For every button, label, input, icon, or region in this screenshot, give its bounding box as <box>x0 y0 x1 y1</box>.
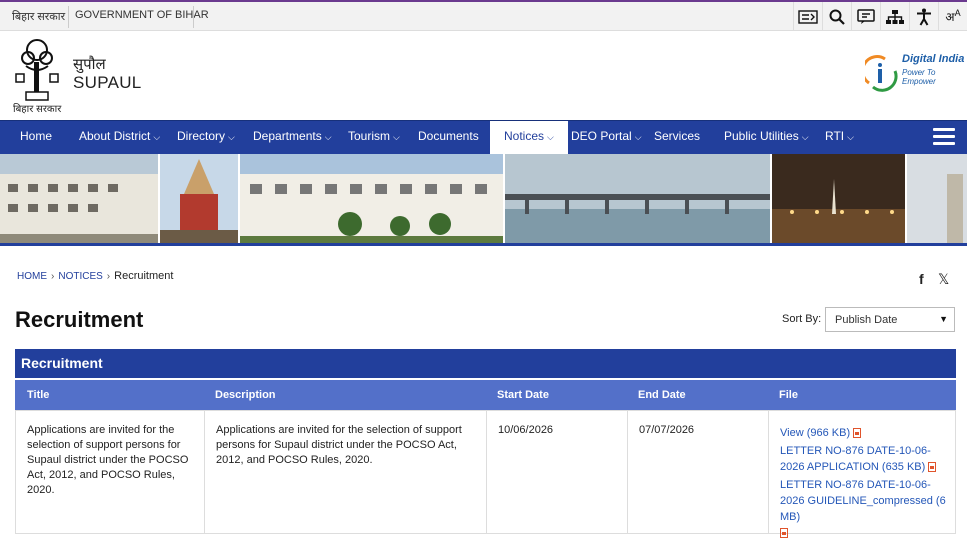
file-link-application[interactable]: LETTER NO-876 DATE-10-06-2026 APPLICATIO… <box>780 443 952 475</box>
column-divider <box>204 411 205 533</box>
chevron-down-icon: ⌵ <box>153 132 161 142</box>
main-navigation: Home About District ⌵ Directory ⌵ Departme… <box>0 120 967 154</box>
government-of-bihar-link[interactable]: GOVERNMENT OF BIHAR <box>75 9 209 21</box>
pdf-icon <box>928 462 937 473</box>
banner-image-collectorate <box>240 154 503 243</box>
sitemap-chat-icon[interactable] <box>851 2 880 31</box>
sort-by-select[interactable]: Publish Date ▼ <box>825 307 955 332</box>
nav-rti[interactable]: RTI ⌵ <box>825 121 854 154</box>
nav-departments[interactable]: Departments ⌵ <box>253 121 332 154</box>
digital-india-tagline: Power To Empower <box>902 68 936 86</box>
top-bar: बिहार सरकार GOVERNMENT OF BIHAR अA <box>0 0 967 31</box>
language-icon[interactable]: अA <box>938 2 967 31</box>
accessibility-icon[interactable] <box>909 2 938 31</box>
divider <box>68 6 69 28</box>
accessibility-tools: अA <box>793 2 967 31</box>
sort-label: Sort By: <box>782 313 822 325</box>
column-divider <box>486 411 487 533</box>
banner-image-fountain-night <box>772 154 905 243</box>
digital-india-logo-icon[interactable] <box>865 53 899 93</box>
nav-tourism[interactable]: Tourism ⌵ <box>348 121 400 154</box>
hindi-language-link[interactable]: बिहार सरकार <box>12 9 65 24</box>
banner-image-bridge <box>505 154 770 243</box>
divider <box>193 6 194 28</box>
chevron-right-icon: › <box>51 271 55 282</box>
site-header: बिहार सरकार सुपौल SUPAUL Digital India P… <box>0 31 967 120</box>
facebook-icon[interactable]: f <box>919 271 924 287</box>
emblem-caption: बिहार सरकार <box>13 104 62 115</box>
chevron-down-icon: ⌵ <box>393 132 400 142</box>
table-row: Applications are invited for the selecti… <box>15 410 956 539</box>
chevron-down-icon: ⌵ <box>324 132 332 142</box>
banner-image-building <box>0 154 158 243</box>
caret-down-icon: ▼ <box>939 314 948 324</box>
column-divider <box>768 411 769 533</box>
breadcrumb-current: Recruitment <box>114 270 174 282</box>
nav-public-utilities[interactable]: Public Utilities ⌵ <box>724 121 809 154</box>
column-file: File <box>779 389 798 401</box>
file-link-guideline[interactable]: LETTER NO-876 DATE-10-06-2026 GUIDELINE_… <box>780 477 952 541</box>
pdf-icon <box>853 428 862 439</box>
pdf-icon <box>780 528 788 539</box>
chevron-down-icon: ⌵ <box>228 132 235 142</box>
column-start-date: Start Date <box>497 389 549 401</box>
chevron-down-icon: ⌵ <box>847 132 854 142</box>
nav-services[interactable]: Services <box>654 121 700 154</box>
hamburger-menu-icon[interactable] <box>933 128 955 146</box>
banner-image-tower <box>907 154 967 243</box>
chevron-down-icon: ⌵ <box>547 132 554 142</box>
cell-files: View (966 KB) LETTER NO-876 DATE-10-06-2… <box>780 411 952 539</box>
site-name[interactable]: SUPAUL <box>73 73 142 93</box>
breadcrumb-notices[interactable]: NOTICES <box>58 271 102 282</box>
nav-directory[interactable]: Directory ⌵ <box>177 121 235 154</box>
file-link-view[interactable]: View (966 KB) <box>780 425 952 441</box>
breadcrumb: HOME › NOTICES › Recruitment <box>17 270 173 282</box>
cell-title: Applications are invited for the selecti… <box>27 424 189 496</box>
sitemap-icon[interactable] <box>880 2 909 31</box>
table-header-row: Title Description Start Date End Date Fi… <box>15 380 956 410</box>
chevron-right-icon: › <box>106 271 111 282</box>
chevron-down-icon: ⌵ <box>801 132 809 142</box>
nav-documents[interactable]: Documents <box>418 121 479 154</box>
column-end-date: End Date <box>638 389 686 401</box>
banner-slideshow <box>0 154 967 246</box>
column-title: Title <box>27 389 50 401</box>
cell-end-date: 07/07/2026 <box>639 424 695 436</box>
chevron-down-icon: ⌵ <box>634 132 642 142</box>
x-twitter-icon[interactable]: 𝕏 <box>938 271 949 288</box>
nav-notices[interactable]: Notices ⌵ <box>490 121 568 154</box>
nav-home[interactable]: Home <box>20 121 52 154</box>
table-caption: Recruitment <box>15 349 956 378</box>
site-name-hindi: सुपौल <box>73 56 106 73</box>
breadcrumb-home[interactable]: HOME <box>17 271 47 282</box>
column-description: Description <box>215 389 276 401</box>
digital-india-title: Digital India <box>902 53 965 65</box>
nav-about-district[interactable]: About District ⌵ <box>79 121 160 154</box>
skip-to-content-icon[interactable] <box>793 2 822 31</box>
cell-description: Applications are invited for the selecti… <box>216 424 462 466</box>
banner-image-temple <box>160 154 238 243</box>
sort-selected-value: Publish Date <box>835 314 898 326</box>
page-title: Recruitment <box>15 307 144 332</box>
search-icon[interactable] <box>822 2 851 31</box>
nav-deo-portal[interactable]: DEO Portal ⌵ <box>571 121 642 154</box>
column-divider <box>627 411 628 533</box>
cell-start-date: 10/06/2026 <box>498 424 554 436</box>
